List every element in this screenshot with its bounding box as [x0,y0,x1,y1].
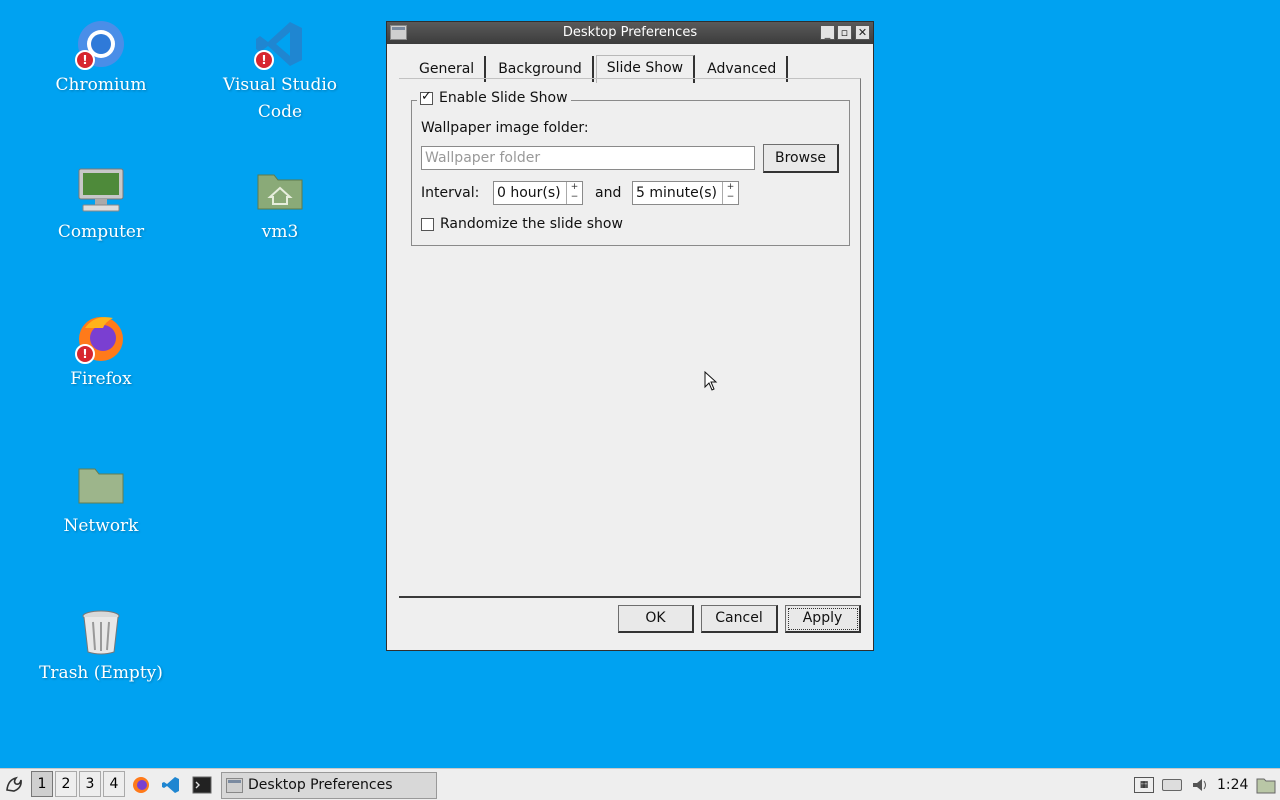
volume-icon[interactable] [1191,776,1209,794]
terminal-icon [192,776,212,794]
workspace-1-button[interactable]: 1 [31,771,53,797]
desktop-icon-label: Visual Studio Code [222,75,338,122]
window-title: Desktop Preferences [562,25,698,40]
warning-badge-icon: ! [75,50,95,70]
hours-spin-arrows-icon[interactable]: + − [566,182,582,204]
vscode-launcher[interactable] [160,772,182,798]
minimize-button[interactable]: _ [820,25,835,40]
window-titlebar[interactable]: Desktop Preferences _ ▫ ✕ [387,22,873,44]
desktop-icon-firefox[interactable]: ! Firefox [21,312,181,393]
desktop-icon-network[interactable]: Network [21,459,181,540]
home-folder-icon [254,165,306,217]
minutes-value: 5 minute(s) [636,185,717,201]
firefox-launcher[interactable] [130,772,152,798]
close-button[interactable]: ✕ [855,25,870,40]
workspace-2-button[interactable]: 2 [55,771,77,797]
maximize-button[interactable]: ▫ [837,25,852,40]
enable-slide-show-checkbox[interactable]: Enable Slide Show [417,89,571,106]
desktop-icon-vm3[interactable]: vm3 [200,165,360,246]
menu-logo-icon [6,776,22,792]
checkbox-checked-icon[interactable] [420,89,433,105]
wallpaper-folder-input[interactable]: Wallpaper folder [421,146,755,170]
minutes-spin-arrows-icon[interactable]: + − [722,182,738,204]
chromium-icon: ! [75,18,127,70]
cancel-button[interactable]: Cancel [701,605,778,633]
task-label: Desktop Preferences [248,777,393,793]
desktop-icon-label: Trash (Empty) [39,663,163,683]
desktop-preferences-dialog: Desktop Preferences _ ▫ ✕ General Backgr… [386,21,874,651]
window-menu-icon[interactable] [390,25,407,40]
main-menu-button[interactable] [3,771,25,797]
computer-icon [75,165,127,217]
workspace-4-button[interactable]: 4 [103,771,125,797]
network-folder-icon [75,459,127,511]
tab-bar: General Background Slide Show Advanced [409,55,790,83]
trash-icon [75,606,127,658]
warning-badge-icon: ! [75,344,95,364]
checkbox-unchecked-icon[interactable] [421,217,434,231]
and-label: and [595,185,622,201]
desktop-icon-label: Network [63,516,139,536]
clock[interactable]: 1:24 [1217,777,1248,793]
desktop-icon-label: Firefox [70,369,132,389]
workspace-switcher: 1 2 3 4 [31,771,127,797]
vscode-icon: ! [254,18,306,70]
apply-button[interactable]: Apply [785,605,861,633]
desktop-icon-chromium[interactable]: ! Chromium [21,18,181,99]
window-small-icon [226,778,243,793]
mouse-cursor-icon [704,371,718,391]
workspace-3-button[interactable]: 3 [79,771,101,797]
desktop-icon-label: Computer [57,222,145,242]
desktop-icon-trash[interactable]: Trash (Empty) [21,606,181,687]
drive-icon[interactable] [1162,779,1182,791]
desktop-icon-computer[interactable]: Computer [21,165,181,246]
randomize-checkbox[interactable]: Randomize the slide show [421,216,623,232]
desktop-icon-vscode[interactable]: ! Visual Studio Code [200,18,360,126]
warning-badge-icon: ! [254,50,274,70]
firefox-icon: ! [75,312,127,364]
show-desktop-icon[interactable] [1256,776,1276,794]
hours-spinbox[interactable]: 0 hour(s) + − [493,181,583,205]
firefox-small-icon [133,777,149,793]
keyboard-layout-icon[interactable]: ▦ [1134,777,1154,793]
terminal-launcher[interactable] [191,772,213,798]
interval-label: Interval: [421,185,480,201]
randomize-label: Randomize the slide show [440,216,623,232]
taskbar-task-desktop-preferences[interactable]: Desktop Preferences [221,772,437,799]
desktop-icon-label: Chromium [55,75,147,95]
wallpaper-folder-label: Wallpaper image folder: [421,120,589,136]
ok-button[interactable]: OK [618,605,694,633]
enable-slide-show-label: Enable Slide Show [439,90,568,106]
minutes-spinbox[interactable]: 5 minute(s) + − [632,181,739,205]
system-tray: ▦ 1:24 [1134,769,1276,800]
browse-button[interactable]: Browse [763,144,839,173]
desktop-icon-label: vm3 [261,222,299,242]
vscode-small-icon [162,777,179,793]
hours-value: 0 hour(s) [497,185,561,201]
taskbar: 1 2 3 4 Desktop Preferences ▦ 1:24 [0,768,1280,800]
